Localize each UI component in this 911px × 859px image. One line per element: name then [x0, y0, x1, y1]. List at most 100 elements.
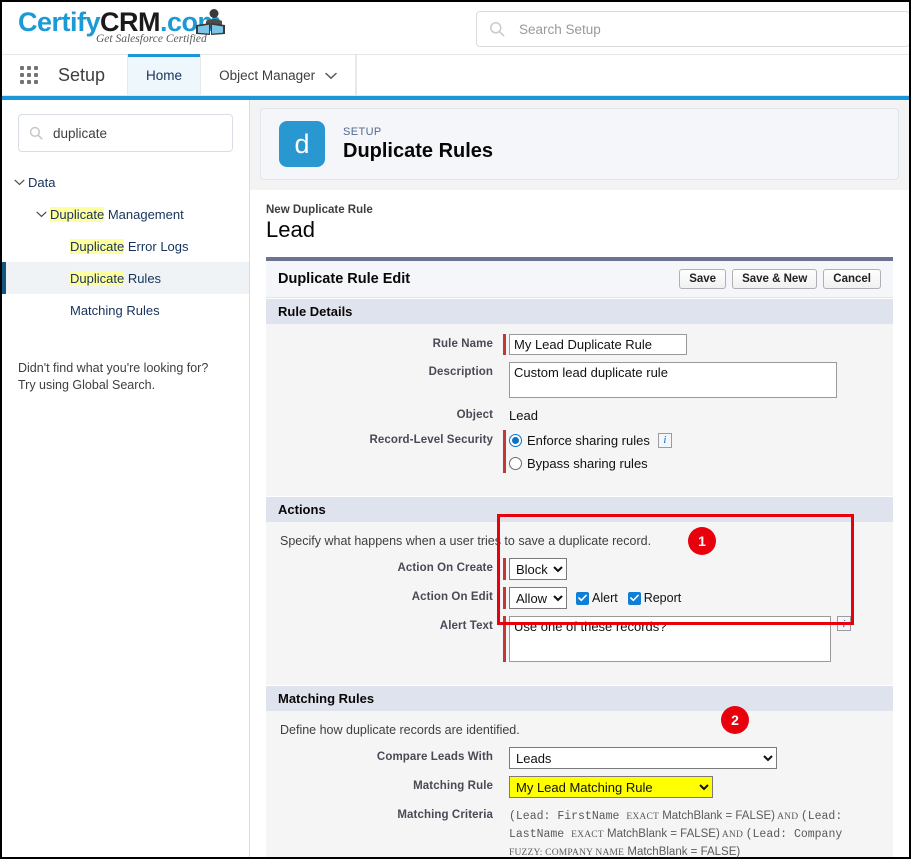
annotation-marker-1-label: 1 — [698, 533, 706, 549]
field-row-matching-criteria: Matching Criteria (Lead: FirstName EXACT… — [278, 805, 881, 857]
info-icon[interactable]: i — [657, 432, 672, 448]
sidebar-item-data-label: Data — [28, 174, 56, 190]
alert-checkbox-wrap[interactable]: Alert — [576, 591, 628, 605]
sidebar-item-data[interactable]: Data — [2, 166, 249, 198]
tab-object-manager-label: Object Manager — [219, 67, 316, 83]
radio-selected-icon — [509, 433, 522, 447]
save-button[interactable]: Save — [679, 269, 727, 289]
action-on-edit-label: Action On Edit — [411, 591, 493, 603]
sidebar-item-matching-rules[interactable]: Matching Rules — [2, 294, 249, 326]
save-and-new-button[interactable]: Save & New — [732, 269, 818, 289]
info-icon[interactable]: i — [837, 616, 851, 631]
report-checkbox-wrap[interactable]: Report — [627, 591, 692, 605]
sidebar-search-box[interactable]: duplicate — [18, 114, 233, 152]
checkbox-checked-icon — [627, 591, 641, 605]
rule-name-input[interactable] — [509, 334, 687, 355]
edit-panel-buttons: Save Save & New Cancel — [679, 269, 881, 289]
matching-rule-label: Matching Rule — [413, 780, 493, 792]
checkbox-checked-icon — [576, 591, 589, 605]
page-title: Duplicate Rules — [343, 139, 494, 162]
record-level-security-label: Record-Level Security — [369, 434, 493, 446]
chevron-down-icon[interactable] — [10, 179, 28, 186]
field-row-action-on-create: Action On Create Block — [278, 558, 881, 580]
action-on-edit-select[interactable]: Allow — [509, 587, 567, 609]
tab-home-label: Home — [146, 67, 183, 83]
field-row-matching-rule: Matching Rule My Lead Matching Rule — [278, 776, 881, 798]
alert-text-textarea[interactable] — [509, 616, 831, 662]
required-indicator — [503, 558, 506, 580]
cancel-button[interactable]: Cancel — [823, 269, 881, 289]
app-launcher-button[interactable] — [2, 55, 56, 95]
radio-bypass-label: Bypass sharing rules — [527, 455, 648, 471]
required-indicator — [503, 334, 506, 355]
body-layout: duplicate Data Duplicate Management Dupl… — [2, 100, 909, 857]
logo-part-certify: Certify — [18, 7, 101, 37]
logo-tagline: Get Salesforce Certified — [96, 33, 207, 45]
app-window: CertifyCRM.com Get Salesforce Certified — [2, 2, 909, 857]
certifycrm-logo: CertifyCRM.com Get Salesforce Certified — [18, 5, 233, 51]
sidebar-note-line2: Try using Global Search. — [18, 378, 156, 392]
radio-bypass-sharing-rules[interactable]: Bypass sharing rules — [509, 453, 672, 473]
edit-panel-header: Duplicate Rule Edit Save Save & New Canc… — [266, 261, 893, 298]
chevron-down-icon — [325, 68, 337, 83]
action-on-create-select[interactable]: Block — [509, 558, 567, 580]
page-header-text: SETUP Duplicate Rules — [343, 126, 493, 163]
setup-tree: Data Duplicate Management Duplicate Erro… — [2, 166, 249, 326]
required-indicator — [503, 616, 506, 662]
field-row-record-level-security: Record-Level Security Enforce sharing ru… — [278, 430, 881, 473]
sidebar-item-duplicate-management[interactable]: Duplicate Management — [2, 198, 249, 230]
radio-enforce-sharing-rules[interactable]: Enforce sharing rules i — [509, 430, 672, 450]
tab-home[interactable]: Home — [127, 54, 202, 95]
brand-bar: CertifyCRM.com Get Salesforce Certified — [2, 2, 909, 54]
annotation-marker-2-label: 2 — [731, 712, 739, 728]
page-header-card: d SETUP Duplicate Rules — [260, 108, 899, 180]
report-checkbox-label: Report — [643, 591, 682, 605]
description-textarea[interactable] — [509, 362, 837, 398]
section-header-actions: Actions — [266, 496, 893, 522]
chevron-down-icon[interactable] — [32, 211, 50, 218]
setup-search-placeholder: Search Setup — [519, 21, 601, 37]
sidebar-matchingrules-label: Matching Rules — [70, 302, 160, 318]
matching-rule-select[interactable]: My Lead Matching Rule — [509, 776, 713, 798]
sidebar-search-container[interactable]: duplicate — [2, 100, 249, 152]
matching-criteria-text: (Lead: FirstName EXACT MatchBlank = FALS… — [509, 810, 843, 857]
search-icon — [489, 21, 505, 37]
sidebar-item-duplicate-rules[interactable]: Duplicate Rules — [2, 262, 249, 294]
field-row-rule-name: Rule Name — [278, 334, 881, 355]
sidebar-duprules-highlight: Duplicate — [70, 270, 125, 286]
action-on-create-label: Action On Create — [397, 562, 493, 574]
setup-app-title: Setup — [58, 64, 106, 85]
object-icon-letter: d — [294, 128, 310, 159]
sidebar-item-duplicate-error-logs[interactable]: Duplicate Error Logs — [2, 230, 249, 262]
field-row-action-on-edit: Action On Edit Allow Alert Report — [278, 587, 881, 609]
edit-panel-title: Duplicate Rule Edit — [278, 271, 411, 287]
field-row-object: Object Lead — [278, 405, 881, 423]
duplicate-rule-edit-panel: Duplicate Rule Edit Save Save & New Canc… — [266, 257, 893, 857]
required-indicator — [503, 587, 506, 609]
person-reading-icon — [194, 8, 228, 45]
setup-search-box[interactable]: Search Setup — [476, 11, 909, 47]
section-header-matching-rules: Matching Rules — [266, 685, 893, 711]
section-body-actions: Specify what happens when a user tries t… — [266, 522, 893, 685]
actions-help-text: Specify what happens when a user tries t… — [280, 534, 652, 548]
tab-object-manager[interactable]: Object Manager — [201, 55, 357, 95]
annotation-marker-2: 2 — [721, 706, 749, 734]
compare-leads-with-select[interactable]: Leads — [509, 747, 777, 769]
matching-rules-help-text: Define how duplicate records are identif… — [280, 723, 520, 737]
sidebar-errorlogs-rest: Error Logs — [124, 238, 189, 254]
radio-unselected-icon — [509, 456, 522, 470]
alert-text-label: Alert Text — [439, 620, 493, 632]
sidebar-duprules-rest: Rules — [124, 270, 162, 286]
description-label: Description — [428, 366, 493, 378]
security-radio-group: Enforce sharing rules i Bypass sharing r… — [509, 430, 672, 473]
sidebar-note-line1: Didn't find what you're looking for? — [18, 361, 209, 375]
sidebar-search-input[interactable]: duplicate — [53, 126, 107, 141]
section-body-rule-details: Rule Name Description — [266, 324, 893, 496]
section-body-matching-rules: Define how duplicate records are identif… — [266, 711, 893, 857]
field-row-description: Description — [278, 362, 881, 398]
alert-checkbox-label: Alert — [592, 591, 618, 605]
setup-search-container[interactable]: Search Setup — [476, 11, 909, 47]
section-header-rule-details: Rule Details — [266, 298, 893, 324]
nav-filler — [356, 55, 909, 95]
waffle-grid-icon — [20, 66, 38, 84]
